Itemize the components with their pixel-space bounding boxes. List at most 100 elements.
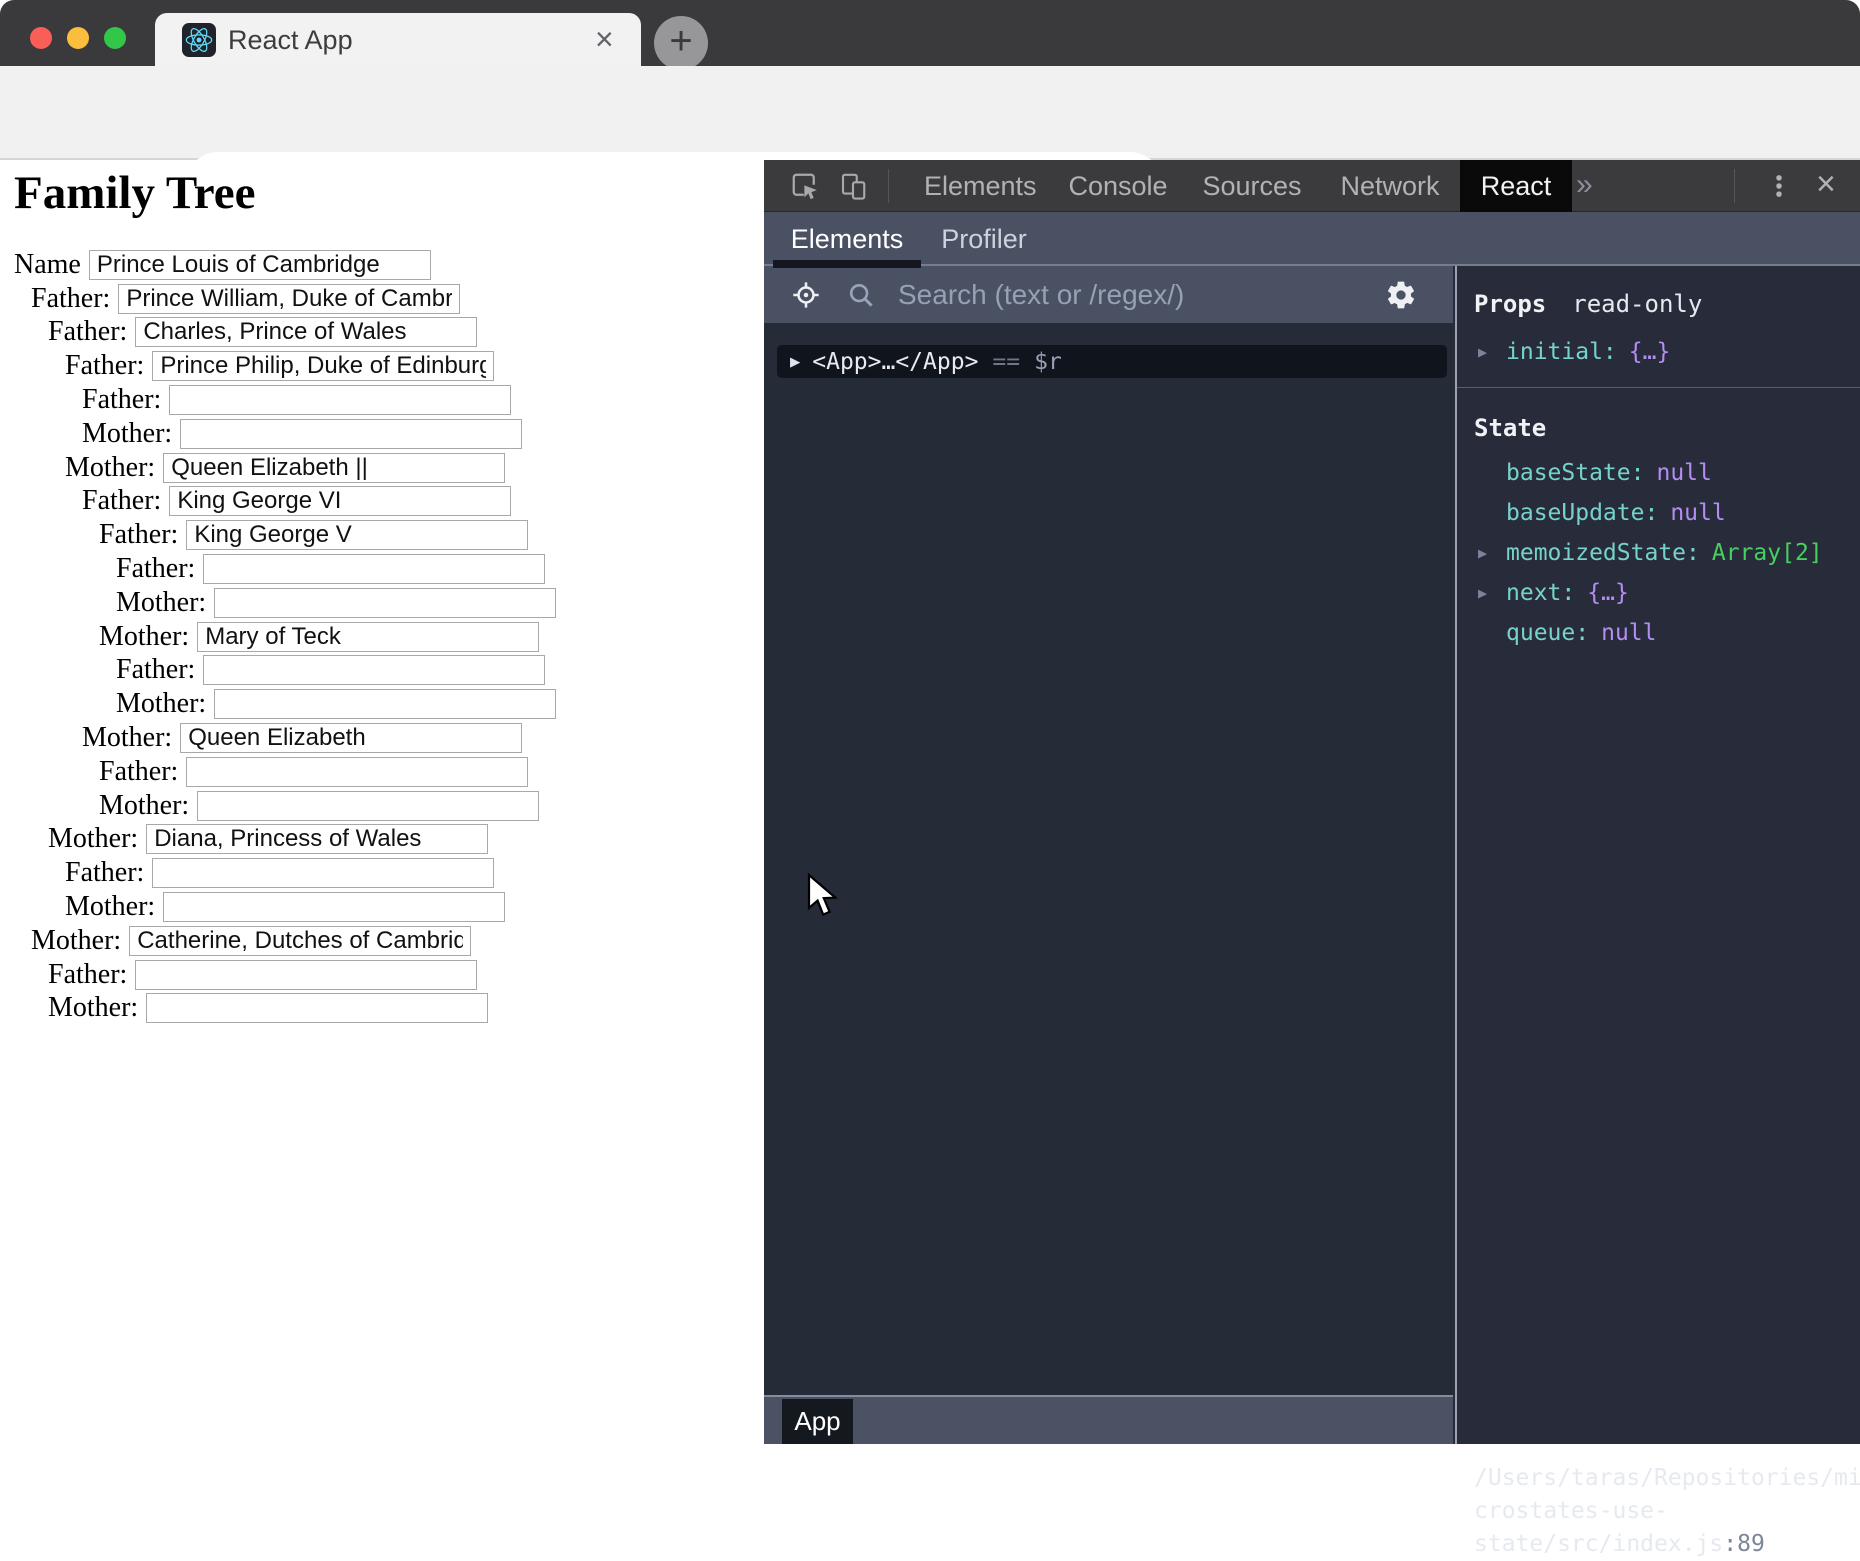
react-subtab-elements[interactable]: Elements (773, 212, 921, 266)
family-row: Name (0, 248, 763, 282)
tree-row-app[interactable]: ▶ <App>…</App> == $r (777, 345, 1447, 378)
window-minimize-button[interactable] (67, 27, 89, 49)
person-label: Mother: (82, 722, 172, 754)
person-input[interactable] (214, 588, 556, 618)
person-input[interactable] (89, 250, 431, 280)
person-label: Father: (65, 350, 144, 382)
props-readonly-badge: read-only (1572, 290, 1702, 318)
person-input[interactable] (152, 351, 494, 381)
person-label: Mother: (31, 925, 121, 957)
person-input[interactable] (135, 960, 477, 990)
kv-row[interactable]: ▶ initial: {…} (1457, 332, 1860, 372)
family-row: Mother: (0, 620, 763, 654)
person-input[interactable] (214, 689, 556, 719)
person-label: Mother: (82, 418, 172, 450)
person-input[interactable] (197, 622, 539, 652)
devtools-topbar: Elements Console Sources Network React »… (764, 160, 1860, 212)
select-element-crosshair-icon[interactable] (790, 279, 822, 311)
window-zoom-button[interactable] (104, 27, 126, 49)
person-input[interactable] (180, 723, 522, 753)
kv-value: null (1670, 500, 1725, 526)
person-input[interactable] (163, 892, 505, 922)
kv-row[interactable]: ▶ queue: null (1457, 613, 1860, 653)
settings-gear-icon[interactable] (1385, 279, 1417, 311)
tab-strip: React App × + (0, 0, 1860, 66)
react-panel-tabs: Elements Profiler (764, 212, 1860, 266)
new-tab-button[interactable]: + (654, 16, 708, 70)
person-input[interactable] (129, 926, 471, 956)
person-input[interactable] (135, 317, 477, 347)
family-row: Mother: (0, 890, 763, 924)
person-input[interactable] (186, 757, 528, 787)
inspect-element-icon[interactable] (790, 171, 820, 201)
expand-arrow-icon[interactable]: ▶ (1478, 343, 1506, 361)
console-ref: $r (1034, 349, 1062, 375)
person-label: Father: (116, 654, 195, 686)
kv-value: Array[2] (1712, 540, 1823, 566)
person-input[interactable] (169, 486, 511, 516)
family-row: Father: (0, 282, 763, 316)
tabs-overflow-icon[interactable]: » (1576, 160, 1593, 212)
family-row: Mother: (0, 417, 763, 451)
kv-row[interactable]: ▶ next: {…} (1457, 573, 1860, 613)
state-list: ▶ baseState: null ▶ baseUpdate: null ▶ m… (1457, 453, 1860, 653)
tab-close-icon[interactable]: × (595, 21, 614, 57)
person-input[interactable] (203, 655, 545, 685)
person-input[interactable] (146, 824, 488, 854)
browser-toolbar: localhost:3000 U WJ (0, 66, 1860, 160)
app-page: Family Tree Name Father: Father: Father:… (0, 160, 763, 1444)
mouse-cursor-icon (806, 873, 842, 919)
search-input[interactable]: Search (text or /regex/) (898, 279, 1184, 311)
person-input[interactable] (163, 453, 505, 483)
person-label: Father: (82, 384, 161, 416)
expand-arrow-icon[interactable]: ▶ (1478, 544, 1506, 562)
browser-tab[interactable]: React App × (155, 13, 641, 66)
breadcrumb-app[interactable]: App (782, 1399, 853, 1444)
devtools-menu-icon[interactable] (1764, 170, 1794, 202)
family-row: Father: (0, 316, 763, 350)
devtools-tab-elements[interactable]: Elements (924, 160, 1028, 212)
family-row: Father: (0, 552, 763, 586)
person-input[interactable] (152, 858, 494, 888)
person-input[interactable] (169, 385, 511, 415)
devtools-tab-react[interactable]: React (1460, 160, 1572, 212)
breadcrumb-bar: App (764, 1395, 1453, 1444)
person-input[interactable] (186, 520, 528, 550)
devtools-tab-console[interactable]: Console (1064, 160, 1172, 212)
person-input[interactable] (203, 554, 545, 584)
person-input[interactable] (180, 419, 522, 449)
kv-row[interactable]: ▶ memoizedState: Array[2] (1457, 533, 1860, 573)
person-label: Mother: (65, 891, 155, 923)
state-header: State (1474, 414, 1546, 442)
family-row: Mother: (0, 924, 763, 958)
kv-row[interactable]: ▶ baseUpdate: null (1457, 493, 1860, 533)
tab-title: React App (228, 25, 353, 56)
device-toolbar-icon[interactable] (838, 171, 868, 201)
devtools-tab-sources[interactable]: Sources (1198, 160, 1306, 212)
family-row: Father: (0, 349, 763, 383)
family-row: Father: (0, 755, 763, 789)
family-row: Father: (0, 518, 763, 552)
person-label: Father: (82, 485, 161, 517)
devtools-tab-network[interactable]: Network (1334, 160, 1446, 212)
kv-row[interactable]: ▶ baseState: null (1457, 453, 1860, 493)
devtools-panel: Elements Console Sources Network React »… (764, 160, 1860, 1444)
person-label: Father: (65, 857, 144, 889)
family-row: Mother: (0, 789, 763, 823)
person-input[interactable] (146, 993, 488, 1023)
react-subtab-profiler[interactable]: Profiler (925, 212, 1043, 266)
devtools-close-icon[interactable]: × (1816, 160, 1836, 212)
kv-value: {…} (1629, 339, 1671, 365)
props-state-panel: Propsread-only ▶ initial: {…} State ▶ ba… (1455, 266, 1860, 1444)
family-row: Mother: (0, 687, 763, 721)
expand-arrow-icon[interactable]: ▶ (790, 352, 800, 372)
react-favicon-icon (182, 23, 216, 57)
source-path[interactable]: /Users/taras/Repositories/mi crostates-u… (1474, 1462, 1854, 1561)
family-row: Mother: (0, 823, 763, 857)
person-input[interactable] (118, 284, 460, 314)
person-input[interactable] (197, 791, 539, 821)
person-label: Mother: (48, 823, 138, 855)
window-close-button[interactable] (30, 27, 52, 49)
expand-arrow-icon[interactable]: ▶ (1478, 584, 1506, 602)
person-label: Mother: (116, 688, 206, 720)
